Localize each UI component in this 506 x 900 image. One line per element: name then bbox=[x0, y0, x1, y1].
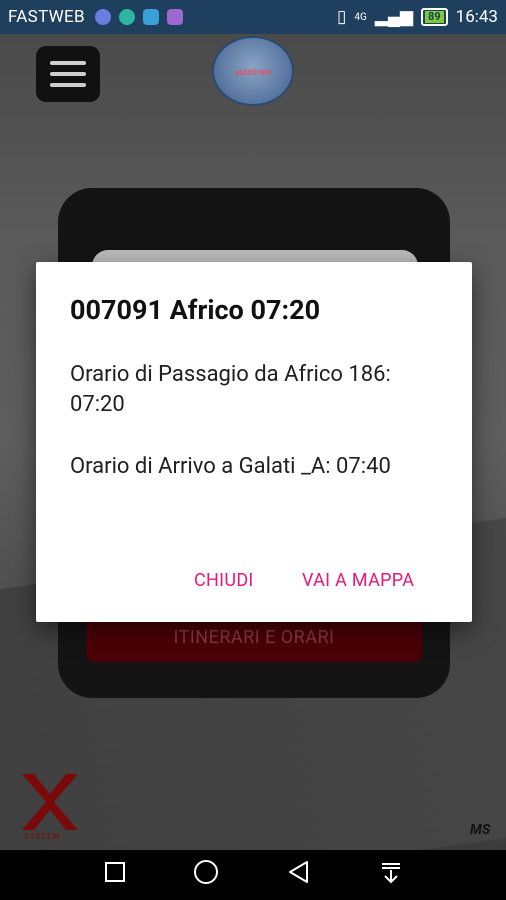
app-icon bbox=[142, 9, 159, 25]
notification-icons bbox=[94, 9, 183, 25]
carrier-label: FASTWEB bbox=[8, 7, 85, 27]
trip-dialog: 007091 Africo 07:20 Orario di Passagio d… bbox=[36, 262, 472, 622]
status-right: ▯ 4G ▂▄▆ 89 16:43 bbox=[337, 7, 498, 27]
hamburger-line-icon bbox=[50, 61, 86, 65]
hamburger-line-icon bbox=[50, 83, 86, 87]
battery-level: 89 bbox=[425, 11, 444, 23]
dialog-arrival-time: Orario di Arrivo a Galati _A: 07:40 bbox=[70, 454, 391, 479]
globe-icon bbox=[118, 9, 135, 25]
status-bar: FASTWEB ▯ 4G ▂▄▆ 89 16:43 bbox=[0, 0, 506, 34]
hamburger-line-icon bbox=[50, 72, 86, 76]
navigation-bar bbox=[0, 850, 506, 900]
vibrate-icon: ▯ bbox=[337, 7, 347, 27]
status-time: 16:43 bbox=[455, 7, 498, 27]
x-logo-icon bbox=[22, 774, 78, 830]
ms-logo: MS bbox=[470, 822, 491, 838]
system-logo: SYSTEM bbox=[18, 772, 82, 842]
dialog-title: 007091 Africo 07:20 bbox=[70, 294, 321, 326]
network-label: 4G bbox=[354, 11, 367, 23]
close-button[interactable]: CHIUDI bbox=[194, 570, 254, 591]
gallery-icon bbox=[166, 9, 183, 25]
battery-icon: 89 bbox=[421, 8, 448, 26]
signal-icon: ▂▄▆ bbox=[374, 7, 414, 27]
app-logo: autolinee bbox=[212, 36, 294, 106]
recent-apps-icon[interactable] bbox=[104, 861, 126, 889]
logo-text: autolinee bbox=[234, 68, 272, 78]
viber-icon bbox=[94, 9, 111, 25]
home-icon[interactable] bbox=[193, 859, 219, 891]
notification-shade-icon[interactable] bbox=[379, 860, 403, 890]
system-label: SYSTEM bbox=[24, 832, 61, 841]
map-button[interactable]: VAI A MAPPA bbox=[302, 570, 414, 591]
dialog-passage-time: Orario di Passagio da Africo 186: 07:20 bbox=[70, 362, 391, 417]
back-icon[interactable] bbox=[286, 859, 312, 891]
menu-button[interactable] bbox=[36, 46, 100, 102]
